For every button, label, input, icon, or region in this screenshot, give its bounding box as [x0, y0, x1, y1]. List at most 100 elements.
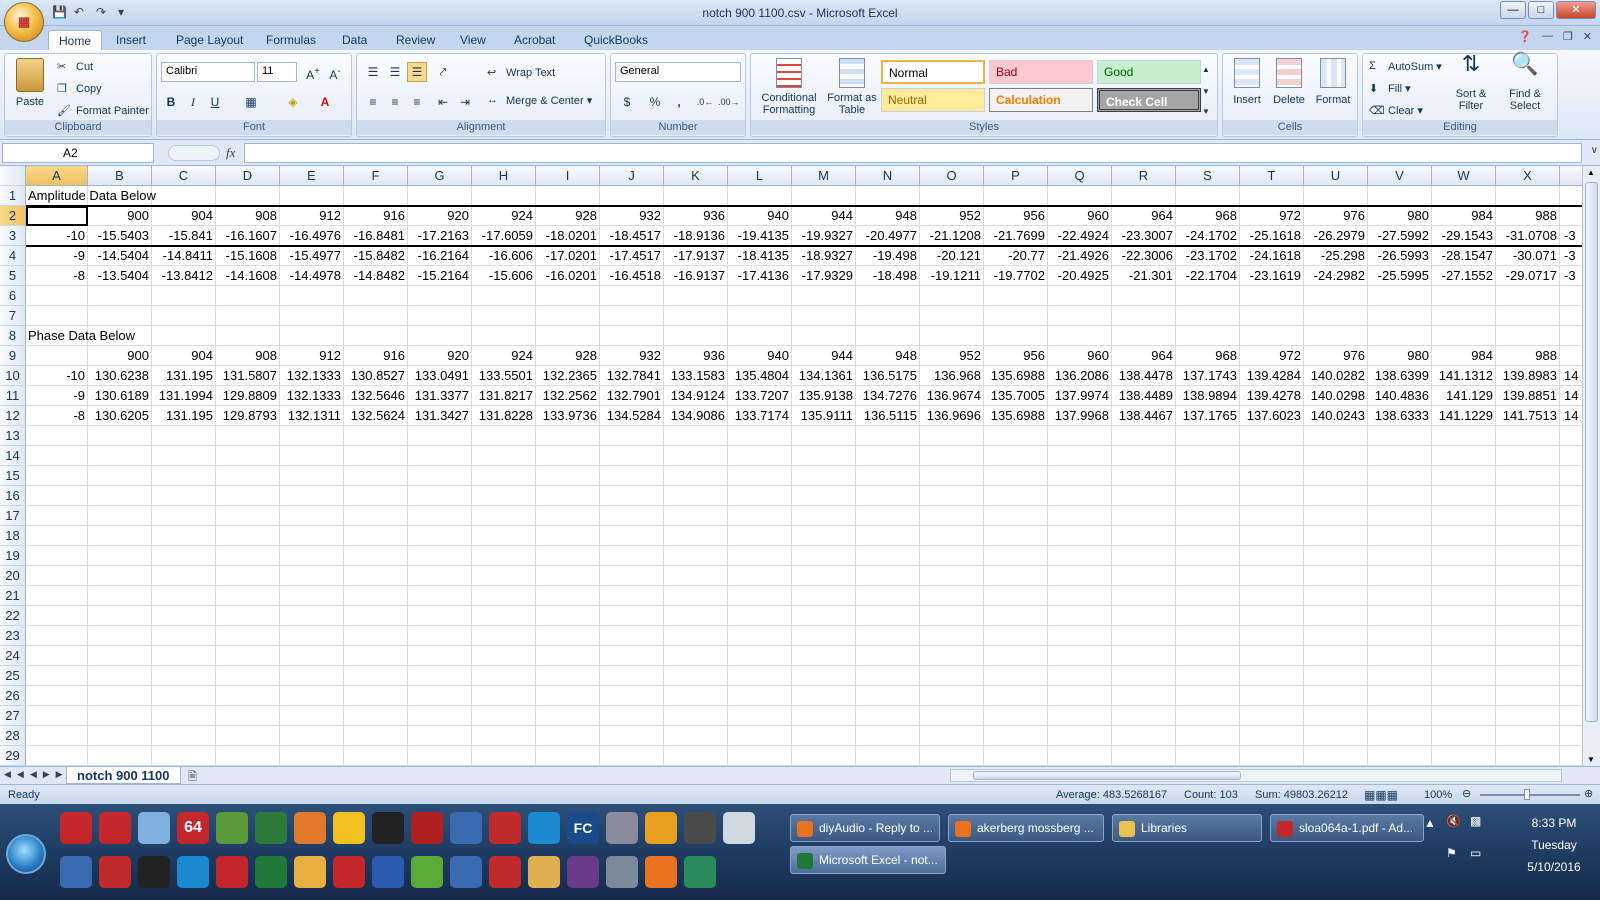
- underline-button[interactable]: U: [205, 92, 225, 112]
- scroll-down-icon[interactable]: ▼: [1587, 755, 1595, 764]
- cell-v5[interactable]: -25.5995: [1368, 266, 1432, 286]
- scroll-up-icon[interactable]: ▲: [1587, 168, 1595, 177]
- cell-u3[interactable]: -26.2979: [1304, 226, 1368, 246]
- record-app-icon[interactable]: [489, 856, 521, 888]
- cell-d11[interactable]: 129.8809: [216, 386, 280, 406]
- cell-x3[interactable]: -31.0708: [1496, 226, 1560, 246]
- pen-tablet-icon[interactable]: [450, 812, 482, 844]
- decrease-decimal-icon[interactable]: .00→: [717, 92, 740, 112]
- font-size-select[interactable]: 11: [257, 62, 297, 82]
- row-header-27[interactable]: 27: [0, 706, 26, 726]
- cell-o11[interactable]: 136.9674: [920, 386, 984, 406]
- tab-acrobat[interactable]: Acrobat: [504, 30, 565, 50]
- cell-j4[interactable]: -17.4517: [600, 246, 664, 266]
- cell-d10[interactable]: 131.5807: [216, 366, 280, 386]
- cell-w11[interactable]: 141.129: [1432, 386, 1496, 406]
- column-header-p[interactable]: P: [984, 166, 1048, 186]
- cell-g5[interactable]: -15.2164: [408, 266, 472, 286]
- radiation-icon[interactable]: [411, 812, 443, 844]
- zoom-slider[interactable]: [1480, 794, 1580, 796]
- tab-view[interactable]: View: [450, 30, 496, 50]
- styles-more-icon[interactable]: ▼: [1199, 102, 1213, 122]
- action-center-icon[interactable]: ⚑: [1446, 846, 1457, 860]
- column-header-u[interactable]: U: [1304, 166, 1368, 186]
- row-header-13[interactable]: 13: [0, 426, 26, 446]
- cell-j3[interactable]: -18.4517: [600, 226, 664, 246]
- cell-s11[interactable]: 138.9894: [1176, 386, 1240, 406]
- orientation-icon[interactable]: ⤤: [433, 62, 453, 82]
- cell-f10[interactable]: 130.8527: [344, 366, 408, 386]
- cell-i4[interactable]: -17.0201: [536, 246, 600, 266]
- expand-formula-icon[interactable]: ∨: [1591, 145, 1598, 156]
- align-right-icon[interactable]: ≡: [407, 92, 427, 112]
- cell-i12[interactable]: 133.9736: [536, 406, 600, 426]
- italic-button[interactable]: I: [183, 92, 203, 112]
- cell-k9[interactable]: 936: [664, 346, 728, 366]
- tab-review[interactable]: Review: [386, 30, 445, 50]
- duck-icon[interactable]: [333, 812, 365, 844]
- cell-c5[interactable]: -13.8412: [152, 266, 216, 286]
- row-header-11[interactable]: 11: [0, 386, 26, 406]
- column-header-d[interactable]: D: [216, 166, 280, 186]
- cell-f5[interactable]: -14.8482: [344, 266, 408, 286]
- row-header-3[interactable]: 3: [0, 226, 26, 246]
- cell-f4[interactable]: -15.8482: [344, 246, 408, 266]
- cell-o12[interactable]: 136.9696: [920, 406, 984, 426]
- cell-v9[interactable]: 980: [1368, 346, 1432, 366]
- cell-f2[interactable]: 916: [344, 206, 408, 226]
- merge-center-button[interactable]: ↔ Merge & Center ▾: [487, 94, 592, 108]
- office-button[interactable]: ▦: [4, 2, 44, 42]
- row-header-10[interactable]: 10: [0, 366, 26, 386]
- folder-icon[interactable]: [528, 856, 560, 888]
- column-header-a[interactable]: A: [26, 166, 88, 186]
- kindle-icon[interactable]: [138, 856, 170, 888]
- help-icon[interactable]: ❓: [1518, 30, 1532, 43]
- cell-e3[interactable]: -16.4976: [280, 226, 344, 246]
- cell-u12[interactable]: 140.0243: [1304, 406, 1368, 426]
- minimize-button[interactable]: —: [1500, 1, 1526, 19]
- outlook-icon[interactable]: [294, 856, 326, 888]
- cell-t5[interactable]: -23.1619: [1240, 266, 1304, 286]
- row-header-9[interactable]: 9: [0, 346, 26, 366]
- column-header-partial[interactable]: [1560, 166, 1582, 186]
- cell-h12[interactable]: 131.8228: [472, 406, 536, 426]
- insert-cells-button[interactable]: Insert: [1227, 58, 1267, 106]
- cell-v12[interactable]: 138.6333: [1368, 406, 1432, 426]
- increase-decimal-icon[interactable]: .0←: [695, 92, 715, 112]
- cell-v2[interactable]: 980: [1368, 206, 1432, 226]
- cell-d9[interactable]: 908: [216, 346, 280, 366]
- document-app-icon[interactable]: [606, 812, 638, 844]
- printer-icon[interactable]: [684, 812, 716, 844]
- volume-icon[interactable]: 🔇: [1446, 814, 1461, 828]
- tab-home[interactable]: Home: [48, 30, 103, 50]
- cell-y3[interactable]: -3: [1562, 226, 1582, 246]
- zoom-level[interactable]: 100%: [1424, 789, 1452, 801]
- cell-l2[interactable]: 940: [728, 206, 792, 226]
- sort-filter-button[interactable]: ⇅ Sort & Filter: [1447, 53, 1495, 113]
- cell-y11[interactable]: 14: [1562, 386, 1582, 406]
- cell-x5[interactable]: -29.0717: [1496, 266, 1560, 286]
- cell-i10[interactable]: 132.2365: [536, 366, 600, 386]
- vertical-scroll-thumb[interactable]: [1585, 182, 1598, 722]
- cell-s3[interactable]: -24.1702: [1176, 226, 1240, 246]
- cell-k4[interactable]: -17.9137: [664, 246, 728, 266]
- cell-t2[interactable]: 972: [1240, 206, 1304, 226]
- cell-m2[interactable]: 944: [792, 206, 856, 226]
- quickbooks-icon[interactable]: [684, 856, 716, 888]
- tab-page-layout[interactable]: Page Layout: [166, 30, 253, 50]
- tab-quickbooks[interactable]: QuickBooks: [574, 30, 658, 50]
- cell-y12[interactable]: 14: [1562, 406, 1582, 426]
- styles-scroll-up-icon[interactable]: ▲: [1199, 60, 1213, 80]
- cell-h3[interactable]: -17.6059: [472, 226, 536, 246]
- cell-x2[interactable]: 988: [1496, 206, 1560, 226]
- gimp-icon[interactable]: [216, 812, 248, 844]
- cell-c10[interactable]: 131.195: [152, 366, 216, 386]
- select-all-corner[interactable]: [0, 166, 26, 186]
- cell-s4[interactable]: -23.1702: [1176, 246, 1240, 266]
- bold-button[interactable]: B: [161, 92, 181, 112]
- row-header-18[interactable]: 18: [0, 526, 26, 546]
- cell-i9[interactable]: 928: [536, 346, 600, 366]
- cell-p4[interactable]: -20.77: [984, 246, 1048, 266]
- cell-h11[interactable]: 131.8217: [472, 386, 536, 406]
- cell-l11[interactable]: 133.7207: [728, 386, 792, 406]
